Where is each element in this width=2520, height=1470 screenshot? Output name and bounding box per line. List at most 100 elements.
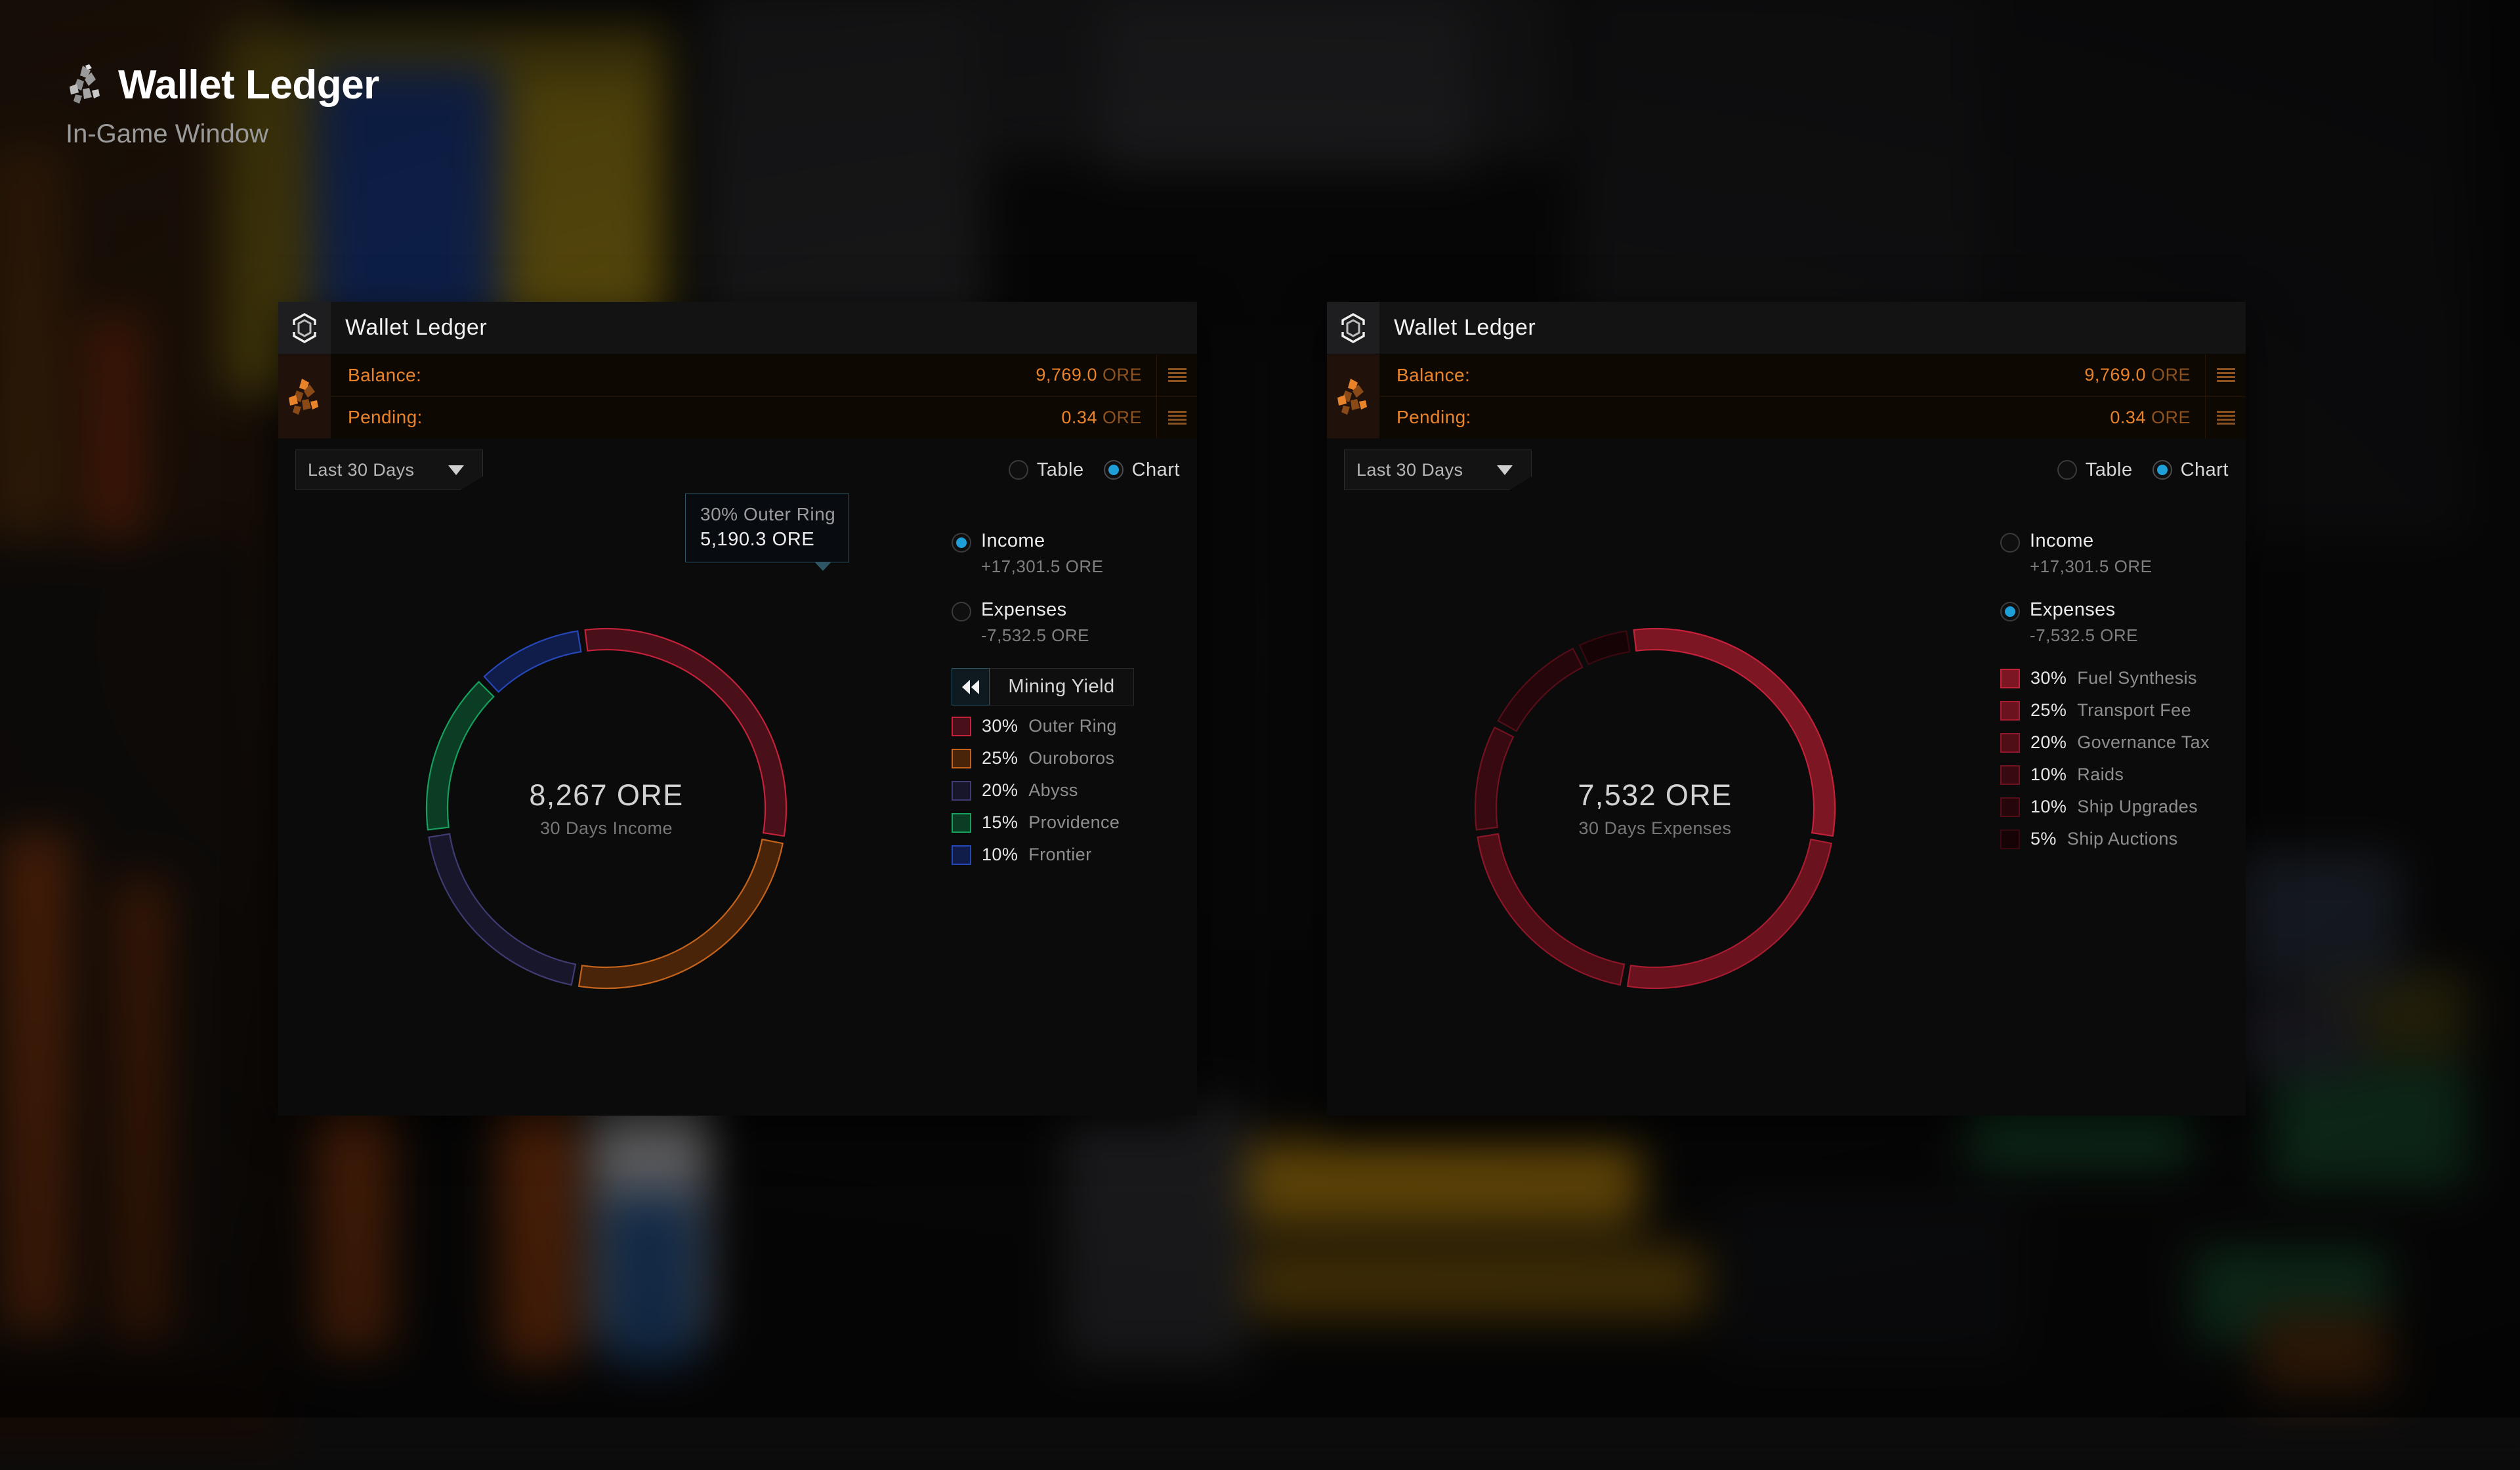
source-label: Income — [981, 530, 1103, 552]
donut-segment[interactable] — [1498, 648, 1583, 731]
legend-label: Providence — [1028, 812, 1120, 833]
ore-crystal-icon — [66, 64, 105, 106]
ore-crystal-icon — [1327, 354, 1379, 438]
legend-label: Fuel Synthesis — [2077, 668, 2197, 688]
window-titlebar: Wallet Ledger — [1327, 302, 2246, 354]
legend-percent: 25% — [2030, 700, 2067, 721]
donut-segment[interactable] — [1634, 629, 1835, 836]
legend-item[interactable]: 10% Raids — [2000, 765, 2246, 785]
donut-segment[interactable] — [1628, 839, 1832, 988]
source-toggle-expenses[interactable]: Expenses -7,532.5 ORE — [952, 599, 1197, 646]
legend-label: Outer Ring — [1028, 716, 1117, 736]
date-range-value: Last 30 Days — [1356, 460, 1493, 480]
income-panel: Wallet Ledger Balance: 9,769.0 ORE Pendi… — [278, 302, 1197, 1116]
hamburger-menu-icon[interactable] — [2205, 397, 2246, 439]
legend-label: Ouroboros — [1028, 748, 1114, 768]
legend-percent: 30% — [982, 716, 1018, 736]
donut-segment[interactable] — [429, 834, 576, 985]
source-label: Expenses — [981, 599, 1089, 621]
window-title: Wallet Ledger — [331, 302, 487, 354]
radio-dot — [1009, 460, 1028, 480]
view-mode-chart[interactable]: Chart — [2152, 459, 2229, 481]
view-mode-group: Table Chart — [1009, 459, 1180, 481]
source-toggle-expenses[interactable]: Expenses -7,532.5 ORE — [2000, 599, 2246, 646]
legend-swatch — [952, 717, 971, 736]
legend-swatch — [2000, 733, 2020, 753]
donut-chart — [1471, 625, 1839, 992]
hamburger-menu-icon[interactable] — [1156, 354, 1197, 396]
radio-dot — [2057, 460, 2077, 480]
donut-segment[interactable] — [1580, 631, 1629, 665]
legend-percent: 10% — [2030, 765, 2067, 785]
legend-item[interactable]: 15% Providence — [952, 812, 1197, 833]
donut-segment[interactable] — [1478, 834, 1624, 985]
view-mode-group: Table Chart — [2057, 459, 2229, 481]
legend-label: Abyss — [1028, 780, 1078, 801]
ore-crystal-icon — [278, 354, 331, 438]
donut-chart — [423, 625, 790, 992]
legend-item[interactable]: 25% Transport Fee — [2000, 700, 2246, 721]
source-value: +17,301.5 ORE — [981, 556, 1103, 577]
chart-controls: Last 30 Days Table Chart — [278, 438, 1197, 501]
donut-segment[interactable] — [579, 839, 783, 988]
legend-label: Transport Fee — [2077, 700, 2191, 721]
donut-segment[interactable] — [427, 682, 494, 830]
hamburger-menu-icon[interactable] — [2205, 354, 2246, 396]
hamburger-menu-icon[interactable] — [1156, 397, 1197, 439]
donut-pane: 8,267 ORE 30 Days Income 30% Outer Ring … — [278, 501, 934, 1116]
source-value: +17,301.5 ORE — [2030, 556, 2152, 577]
legend-percent: 20% — [982, 780, 1018, 801]
view-mode-table[interactable]: Table — [2057, 459, 2133, 481]
expenses-panel: Wallet Ledger Balance: 9,769.0 ORE Pendi… — [1327, 302, 2246, 1116]
source-toggle-income[interactable]: Income +17,301.5 ORE — [2000, 530, 2246, 577]
legend-swatch — [952, 781, 971, 801]
balance-row-value: 0.34 ORE — [2110, 408, 2205, 428]
legend-item[interactable]: 5% Ship Auctions — [2000, 829, 2246, 849]
legend-swatch — [2000, 830, 2020, 849]
radio-dot — [2000, 602, 2020, 621]
legend-label: Governance Tax — [2077, 732, 2210, 753]
legend-label: Frontier — [1028, 845, 1091, 865]
chevron-down-icon — [448, 465, 464, 475]
page-title: Wallet Ledger — [118, 65, 379, 106]
donut-segment[interactable] — [1475, 727, 1513, 830]
legend-item[interactable]: 30% Fuel Synthesis — [2000, 668, 2246, 688]
legend-percent: 20% — [2030, 732, 2067, 753]
back-to-mining-yield-button[interactable]: Mining Yield — [952, 668, 1134, 705]
legend-percent: 10% — [2030, 797, 2067, 817]
radio-dot — [952, 533, 971, 553]
window-title: Wallet Ledger — [1379, 302, 1536, 354]
legend-item[interactable]: 25% Ouroboros — [952, 748, 1197, 768]
legend-item[interactable]: 20% Abyss — [952, 780, 1197, 801]
source-value: -7,532.5 ORE — [981, 625, 1089, 646]
view-mode-chart[interactable]: Chart — [1104, 459, 1180, 481]
legend-swatch — [952, 749, 971, 768]
source-toggle-income[interactable]: Income +17,301.5 ORE — [952, 530, 1197, 577]
balance-row: Balance: 9,769.0 ORE — [331, 354, 1197, 397]
radio-dot — [1104, 460, 1124, 480]
date-range-dropdown[interactable]: Last 30 Days — [295, 450, 483, 490]
legend-swatch — [2000, 797, 2020, 817]
chart-tooltip: 30% Outer Ring 5,190.3 ORE — [685, 494, 849, 562]
balance-summary: Balance: 9,769.0 ORE Pending: 0.34 ORE — [278, 354, 1197, 438]
date-range-value: Last 30 Days — [308, 460, 444, 480]
tooltip-line-2: 5,190.3 ORE — [700, 529, 835, 551]
legend-item[interactable]: 20% Governance Tax — [2000, 732, 2246, 753]
legend-percent: 30% — [2030, 668, 2067, 688]
balance-row-label: Pending: — [1379, 407, 2110, 428]
chart-controls: Last 30 Days Table Chart — [1327, 438, 2246, 501]
legend-item[interactable]: 10% Ship Upgrades — [2000, 797, 2246, 817]
legend-item[interactable]: 10% Frontier — [952, 845, 1197, 865]
chart-legend: Income +17,301.5 ORE Expenses -7,532.5 O… — [1983, 501, 2246, 1116]
date-range-dropdown[interactable]: Last 30 Days — [1344, 450, 1532, 490]
chevron-down-icon — [1497, 465, 1513, 475]
donut-segment[interactable] — [585, 629, 786, 836]
view-mode-table[interactable]: Table — [1009, 459, 1084, 481]
window-titlebar: Wallet Ledger — [278, 302, 1197, 354]
balance-row-value: 9,769.0 ORE — [1036, 365, 1156, 385]
legend-item[interactable]: 30% Outer Ring — [952, 716, 1197, 736]
donut-segment[interactable] — [484, 631, 581, 692]
radio-dot — [952, 602, 971, 621]
chart-legend: Income +17,301.5 ORE Expenses -7,532.5 O… — [934, 501, 1197, 1116]
radio-dot — [2000, 533, 2020, 553]
